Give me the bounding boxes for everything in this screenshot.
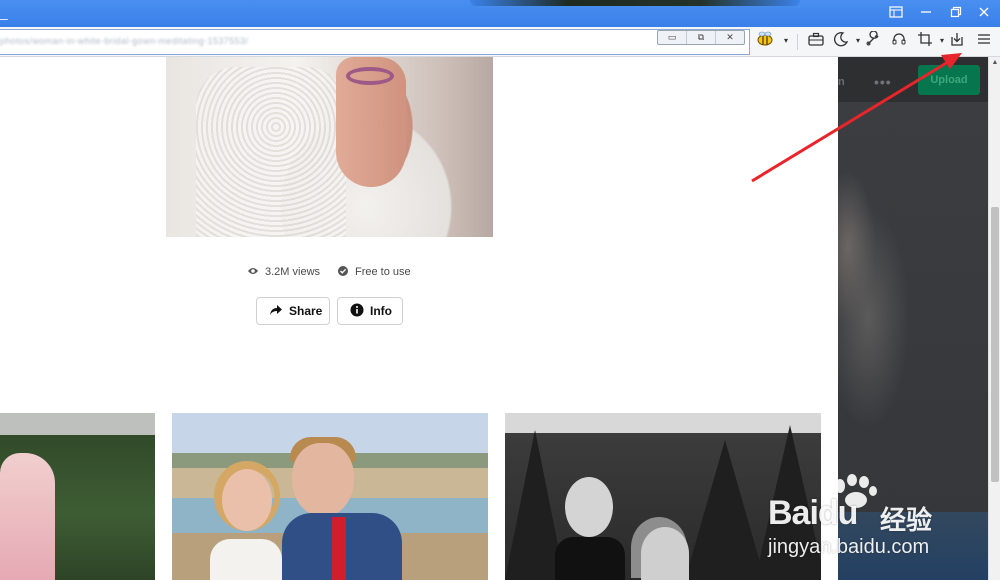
scrollbar-thumb[interactable] [991, 207, 999, 482]
overlay-nav-text: n [838, 76, 845, 88]
views-count: 3.2M views [265, 266, 321, 278]
popup-restore-button[interactable]: ⧉ [687, 31, 716, 44]
bracelet [346, 67, 394, 85]
menu-icon[interactable] [974, 31, 994, 51]
license-text: Free to use [355, 266, 411, 278]
groom-figure [555, 477, 625, 580]
groom-figure [282, 433, 402, 580]
extension-bee-icon[interactable] [755, 31, 775, 51]
main-photo[interactable] [166, 57, 493, 237]
screenshot-root: – photos/woman-in-white-bridal-gown-medi… [0, 0, 1000, 580]
browser-toolbar: photos/woman-in-white-bridal-gown-medita… [0, 27, 1000, 57]
toolbar-separator [797, 34, 798, 50]
share-arrow-icon [269, 304, 283, 319]
briefcase-icon[interactable] [806, 31, 826, 51]
baidu-watermark: Baidu 经验 jingyan.baidu.com [768, 474, 988, 566]
watermark-domain: jingyan.baidu.com [768, 536, 930, 558]
jingyan-text: 经验 [880, 505, 933, 535]
views-stat: 3.2M views [247, 264, 320, 280]
related-photo-1[interactable] [0, 413, 155, 580]
bride-figure [633, 527, 703, 580]
scroll-up-icon[interactable]: ▲ [989, 57, 1000, 69]
bride-figure [210, 459, 282, 580]
popup-minimize-button[interactable]: ▭ [658, 31, 687, 44]
pink-dress [0, 453, 55, 580]
wrench-icon[interactable] [863, 30, 883, 51]
vertical-scrollbar[interactable]: ▲ [988, 57, 1000, 580]
address-url[interactable]: photos/woman-in-white-bridal-gown-medita… [0, 36, 248, 46]
window-menu-icon[interactable]: – [0, 10, 8, 26]
popup-close-button[interactable]: ✕ [716, 31, 744, 44]
check-circle-icon [337, 265, 349, 280]
minimize-icon[interactable] [918, 6, 934, 20]
info-label: Info [370, 304, 392, 318]
dimmed-photo-preview [838, 137, 928, 437]
related-photo-2[interactable] [172, 413, 488, 580]
upload-button[interactable]: Upload [918, 65, 980, 95]
lace-dress-detail [196, 67, 346, 237]
title-banner-image [470, 0, 800, 6]
baidu-logo-text: Baidu [768, 494, 858, 532]
chevron-down-icon[interactable]: ▾ [776, 31, 796, 51]
info-button[interactable]: Info [337, 297, 403, 325]
popup-window-controls: ▭ ⧉ ✕ [657, 30, 745, 45]
title-bar: – [0, 0, 1000, 27]
close-icon[interactable] [976, 6, 992, 20]
sidebar-toggle-icon[interactable] [888, 6, 904, 20]
photo-page: 3.2M views Free to use Share Info [0, 57, 838, 580]
more-options-icon[interactable]: ••• [874, 74, 892, 90]
share-label: Share [289, 304, 323, 318]
restore-icon[interactable] [948, 6, 964, 20]
info-icon [350, 303, 364, 320]
license-stat: Free to use [337, 264, 411, 280]
headset-icon[interactable] [889, 31, 909, 51]
download-icon[interactable] [947, 31, 967, 51]
address-bar[interactable]: photos/woman-in-white-bridal-gown-medita… [0, 29, 750, 55]
eye-icon [247, 266, 259, 279]
share-button[interactable]: Share [256, 297, 330, 325]
